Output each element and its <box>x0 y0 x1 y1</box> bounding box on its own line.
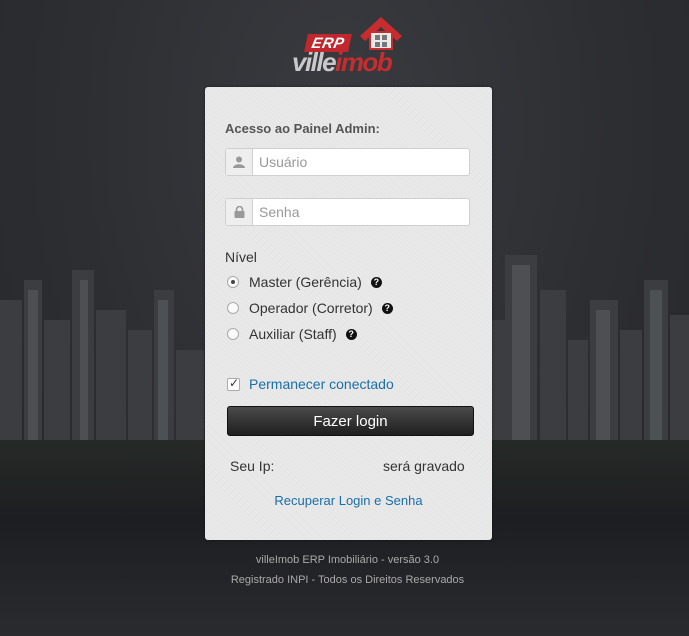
level-option-label: Master (Gerência) <box>249 274 362 290</box>
radio-operador[interactable] <box>227 302 239 314</box>
footer-version: villeImob ERP Imobiliário - versão 3.0 <box>255 554 440 566</box>
ip-label: Seu Ip: <box>230 458 275 474</box>
remember-me-row[interactable]: Permanecer conectado <box>227 376 394 392</box>
question-circle-icon[interactable]: ? <box>345 328 357 340</box>
question-circle-icon[interactable]: ? <box>381 302 393 314</box>
username-field <box>225 148 470 176</box>
level-option-label: Auxiliar (Staff) <box>249 326 337 342</box>
logo-wordmark-part2: imob <box>335 47 393 77</box>
level-label: Nível <box>225 249 257 265</box>
user-icon <box>226 149 253 175</box>
login-button[interactable]: Fazer login <box>227 406 474 436</box>
villeimob-logo: ERP villeimob <box>286 14 411 78</box>
level-option-label: Operador (Corretor) <box>249 300 373 316</box>
radio-auxiliar[interactable] <box>227 328 239 340</box>
password-input[interactable] <box>253 199 467 225</box>
footer-copyright: Registrado INPI - Todos os Direitos Rese… <box>230 574 465 586</box>
password-field <box>225 198 470 226</box>
username-input[interactable] <box>253 149 467 175</box>
logo-wordmark-part1: ville <box>292 47 337 77</box>
login-panel: Acesso ao Painel Admin: Nível Master (Ge… <box>205 87 492 540</box>
level-option-auxiliar[interactable]: Auxiliar (Staff) ? <box>227 325 357 343</box>
level-option-operador[interactable]: Operador (Corretor) ? <box>227 299 393 317</box>
ip-note: será gravado <box>383 458 465 474</box>
lock-icon <box>226 199 253 225</box>
radio-master[interactable] <box>227 276 239 288</box>
question-circle-icon[interactable]: ? <box>370 276 382 288</box>
panel-title: Acesso ao Painel Admin: <box>225 121 380 136</box>
recover-login-link[interactable]: Recuperar Login e Senha <box>205 493 492 508</box>
logo-wordmark: villeimob <box>292 47 393 78</box>
remember-me-label[interactable]: Permanecer conectado <box>249 376 394 392</box>
level-option-master[interactable]: Master (Gerência) ? <box>227 273 382 291</box>
remember-me-checkbox[interactable] <box>227 376 240 391</box>
